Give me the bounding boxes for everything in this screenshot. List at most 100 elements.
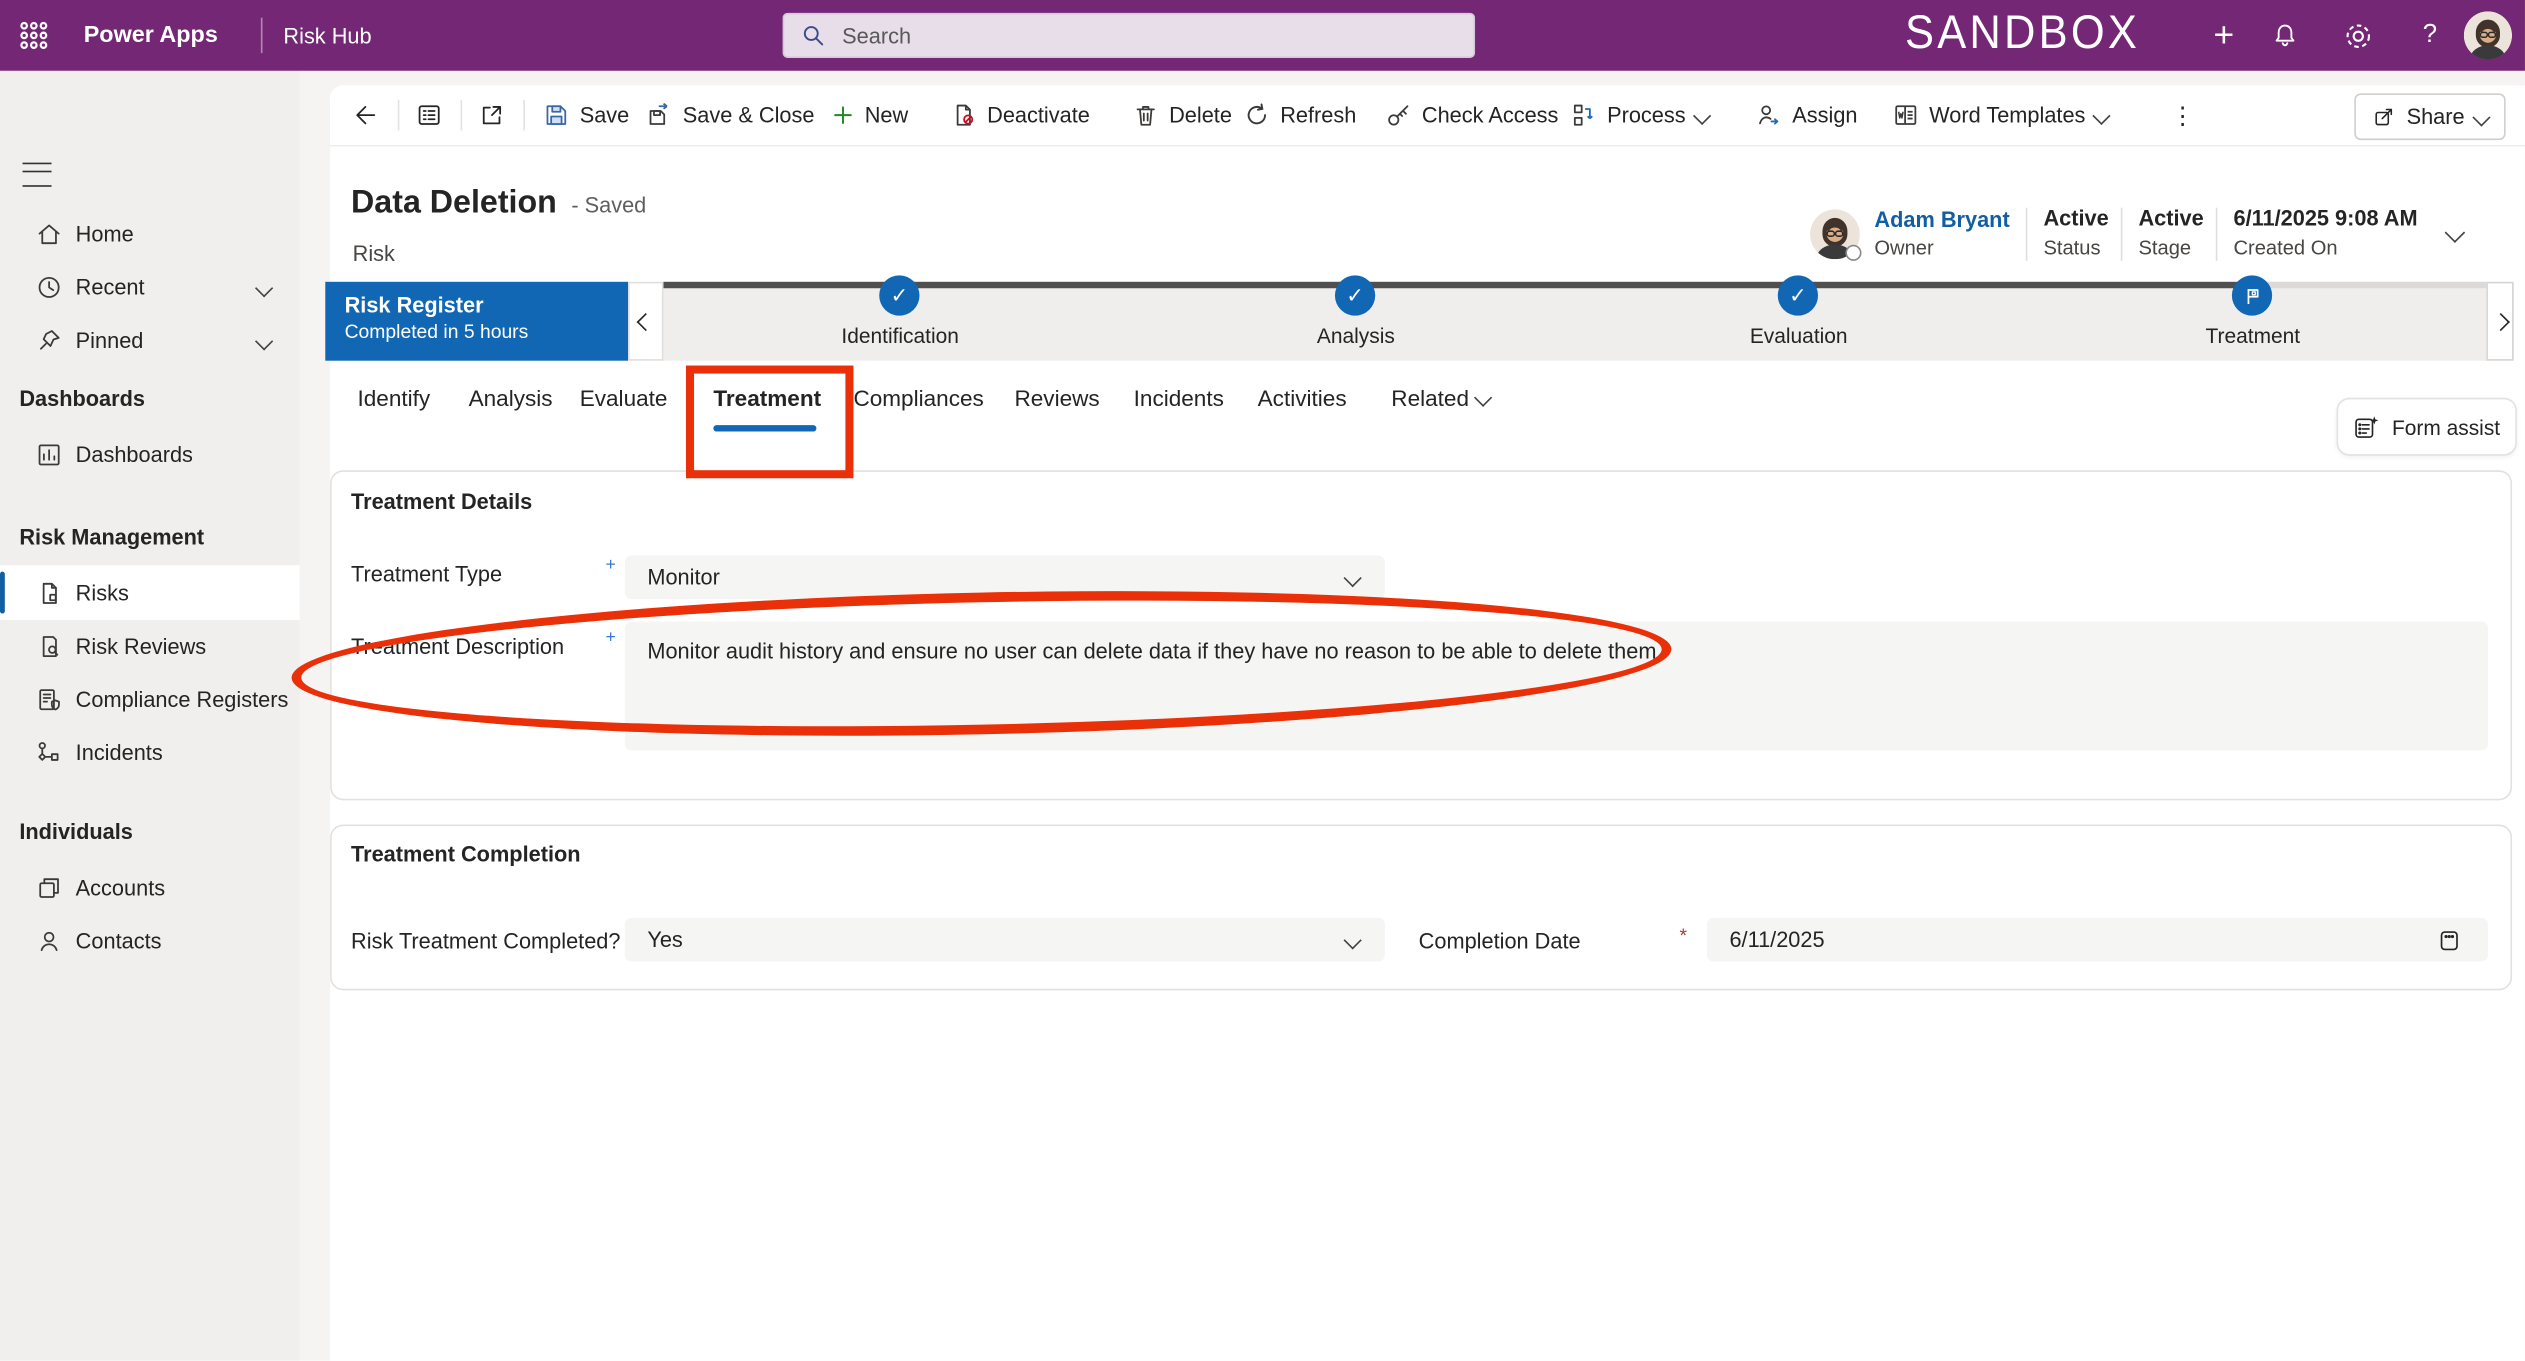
open-in-new-window-button[interactable] — [478, 85, 505, 145]
required-marker: * — [1680, 924, 1688, 947]
chevron-down-icon — [2092, 106, 2110, 124]
share-icon — [2373, 105, 2397, 129]
bpf-process-name: Risk Register — [345, 293, 628, 317]
waffle-icon[interactable] — [19, 21, 48, 50]
back-button[interactable] — [351, 85, 378, 145]
tab-compliances[interactable]: Compliances — [853, 377, 983, 419]
sidebar-section-dashboards: Dashboards — [19, 386, 145, 410]
risk-document-icon — [35, 579, 62, 606]
process-icon — [1570, 101, 1597, 128]
save-close-icon — [646, 101, 673, 128]
chevron-down-icon — [2472, 108, 2490, 126]
created-on-value: 6/11/2025 9:08 AM — [2233, 206, 2417, 230]
sidebar-item-label: Home — [76, 222, 134, 246]
sidebar-toggle-icon[interactable] — [23, 163, 52, 187]
form-assist-button[interactable]: Form assist — [2337, 398, 2517, 456]
record-save-state: - Saved — [571, 193, 646, 217]
chevron-down-icon — [1693, 106, 1711, 124]
risk-treatment-completed-dropdown[interactable]: Yes — [625, 918, 1385, 961]
chevron-down-icon — [255, 278, 273, 296]
notifications-bell-icon[interactable] — [2261, 0, 2309, 71]
completion-date-field[interactable]: 6/11/2025 — [1707, 918, 2488, 961]
overflow-menu-button[interactable]: ⋮ — [2171, 85, 2195, 145]
treatment-type-dropdown[interactable]: Monitor — [625, 556, 1385, 599]
sidebar-item-label: Risk Reviews — [76, 634, 206, 658]
tab-identify[interactable]: Identify — [357, 377, 430, 419]
date-picker-icon[interactable] — [2436, 927, 2462, 953]
word-document-icon — [1892, 101, 1919, 128]
check-access-button[interactable]: Check Access — [1385, 85, 1559, 145]
sidebar-item-pinned[interactable]: Pinned — [0, 314, 300, 367]
deactivate-button[interactable]: Deactivate — [950, 85, 1090, 145]
sidebar-item-label: Accounts — [76, 876, 165, 900]
help-icon[interactable]: ? — [2406, 0, 2454, 71]
clipboard-shield-icon — [35, 686, 62, 713]
global-search[interactable] — [783, 13, 1475, 58]
tab-treatment[interactable]: Treatment — [713, 377, 821, 419]
form-selector-button[interactable] — [415, 85, 442, 145]
header-expand-chevron[interactable] — [2448, 219, 2462, 248]
share-button[interactable]: Share — [2354, 93, 2505, 140]
word-templates-button[interactable]: Word Templates — [1892, 85, 2108, 145]
tab-analysis[interactable]: Analysis — [469, 377, 553, 419]
sidebar-item-contacts[interactable]: Contacts — [0, 915, 300, 968]
top-bar: Power Apps Risk Hub SANDBOX + ? — [0, 0, 2525, 71]
section-title-treatment-details: Treatment Details — [351, 490, 532, 514]
save-and-close-button[interactable]: Save & Close — [646, 85, 815, 145]
bpf-stage-label[interactable]: Analysis — [1227, 324, 1485, 348]
bpf-collapse-button[interactable] — [628, 282, 663, 361]
business-recommended-marker: + — [605, 628, 615, 647]
sidebar-item-risk-reviews[interactable]: Risk Reviews — [0, 620, 300, 673]
bpf-stage-evaluation-check-icon[interactable]: ✓ — [1778, 275, 1818, 315]
tab-incidents[interactable]: Incidents — [1134, 377, 1224, 419]
process-button[interactable]: Process — [1570, 85, 1708, 145]
treatment-description-label: Treatment Description — [351, 634, 564, 658]
bpf-process-box[interactable]: Risk Register Completed in 5 hours — [325, 282, 628, 361]
topbar-divider — [261, 18, 263, 53]
tab-related[interactable]: Related — [1391, 377, 1490, 419]
account-avatar[interactable] — [2464, 11, 2512, 59]
sidebar-item-label: Dashboards — [76, 443, 193, 467]
bpf-stage-identification-check-icon[interactable]: ✓ — [879, 275, 919, 315]
document-search-icon — [35, 633, 62, 660]
sidebar-item-label: Contacts — [76, 929, 162, 953]
risk-treatment-completed-label: Risk Treatment Completed? — [351, 929, 620, 953]
bpf-stage-label[interactable]: Treatment — [2124, 324, 2382, 348]
bpf-stage-label[interactable]: Identification — [771, 324, 1029, 348]
cmd-divider — [461, 100, 463, 131]
tab-activities[interactable]: Activities — [1258, 377, 1347, 419]
search-input[interactable] — [839, 22, 1425, 49]
accounts-icon — [35, 874, 62, 901]
tab-reviews[interactable]: Reviews — [1014, 377, 1099, 419]
sidebar-section-individuals: Individuals — [19, 820, 133, 844]
record-entity-type: Risk — [353, 242, 395, 266]
delete-button[interactable]: Delete — [1132, 85, 1232, 145]
bpf-stage-treatment-flag-icon[interactable] — [2232, 275, 2272, 315]
sidebar-item-dashboards[interactable]: Dashboards — [0, 428, 300, 481]
bpf-next-stage-button[interactable] — [2486, 282, 2513, 361]
sidebar-item-accounts[interactable]: Accounts — [0, 862, 300, 915]
sidebar-item-label: Risks — [76, 581, 129, 605]
new-button[interactable]: New — [831, 85, 908, 145]
sidebar-item-incidents[interactable]: Incidents — [0, 726, 300, 779]
app-title[interactable]: Power Apps — [84, 0, 218, 71]
sidebar-item-home[interactable]: Home — [0, 208, 300, 261]
sidebar-item-risks[interactable]: Risks — [0, 565, 300, 620]
tab-evaluate[interactable]: Evaluate — [580, 377, 668, 419]
bpf-stage-label[interactable]: Evaluation — [1670, 324, 1928, 348]
stage-value: Active — [2138, 206, 2203, 230]
assign-button[interactable]: Assign — [1755, 85, 1857, 145]
owner-name-link[interactable]: Adam Bryant — [1874, 208, 2009, 232]
status-label: Status — [2043, 237, 2100, 260]
settings-gear-icon[interactable] — [2333, 0, 2381, 71]
section-title-treatment-completion: Treatment Completion — [351, 842, 580, 866]
save-button[interactable]: Save — [543, 85, 630, 145]
sidebar-item-recent[interactable]: Recent — [0, 261, 300, 314]
chevron-down-icon — [1474, 389, 1492, 407]
bpf-stage-analysis-check-icon[interactable]: ✓ — [1335, 275, 1375, 315]
new-environment-button[interactable]: + — [2200, 0, 2248, 71]
chevron-down-icon — [1344, 931, 1362, 949]
refresh-button[interactable]: Refresh — [1243, 85, 1356, 145]
sidebar-item-compliance-registers[interactable]: Compliance Registers — [0, 673, 300, 726]
treatment-description-textarea[interactable]: Monitor audit history and ensure no user… — [625, 622, 2488, 751]
